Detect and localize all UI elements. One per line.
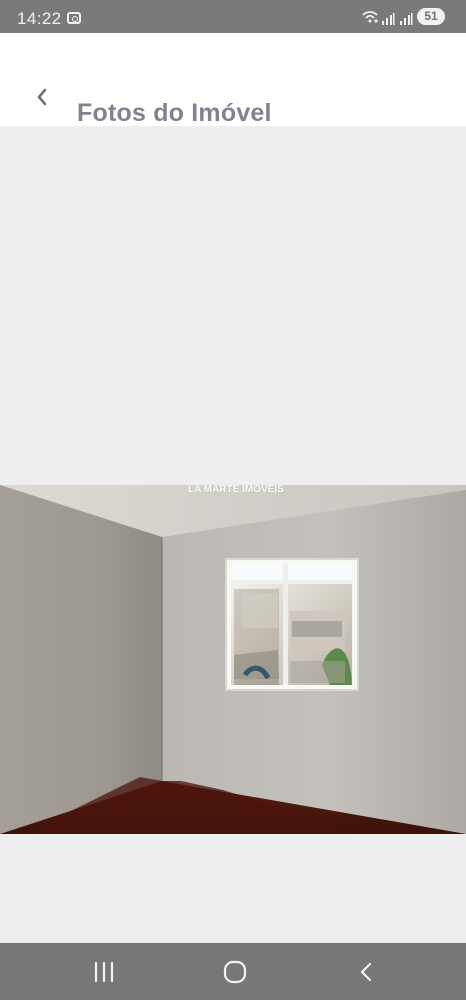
watermark-text: LA MARTE IMÓVEIS	[188, 484, 284, 495]
home-button[interactable]	[211, 955, 259, 989]
empty-room-photo	[0, 485, 466, 834]
back-button[interactable]	[28, 81, 56, 111]
property-photo[interactable]	[0, 485, 466, 834]
system-navigation-bar	[0, 943, 466, 1000]
wifi-icon	[362, 11, 378, 23]
status-bar: 14:22 51	[0, 0, 466, 33]
battery-indicator: 51	[417, 8, 445, 25]
status-time: 14:22	[17, 9, 62, 28]
app-header: Fotos do Imóvel	[0, 33, 466, 127]
signal-icon	[382, 13, 395, 25]
recent-apps-icon	[94, 961, 114, 983]
screenshot-icon	[67, 12, 81, 24]
signal-icon	[400, 13, 413, 25]
chevron-left-icon	[37, 88, 47, 106]
home-icon	[223, 960, 247, 984]
photo-gallery[interactable]	[0, 126, 466, 943]
system-back-button[interactable]	[342, 955, 390, 989]
recent-apps-button[interactable]	[80, 955, 128, 989]
back-icon	[360, 962, 372, 982]
page-title: Fotos do Imóvel	[77, 98, 272, 127]
